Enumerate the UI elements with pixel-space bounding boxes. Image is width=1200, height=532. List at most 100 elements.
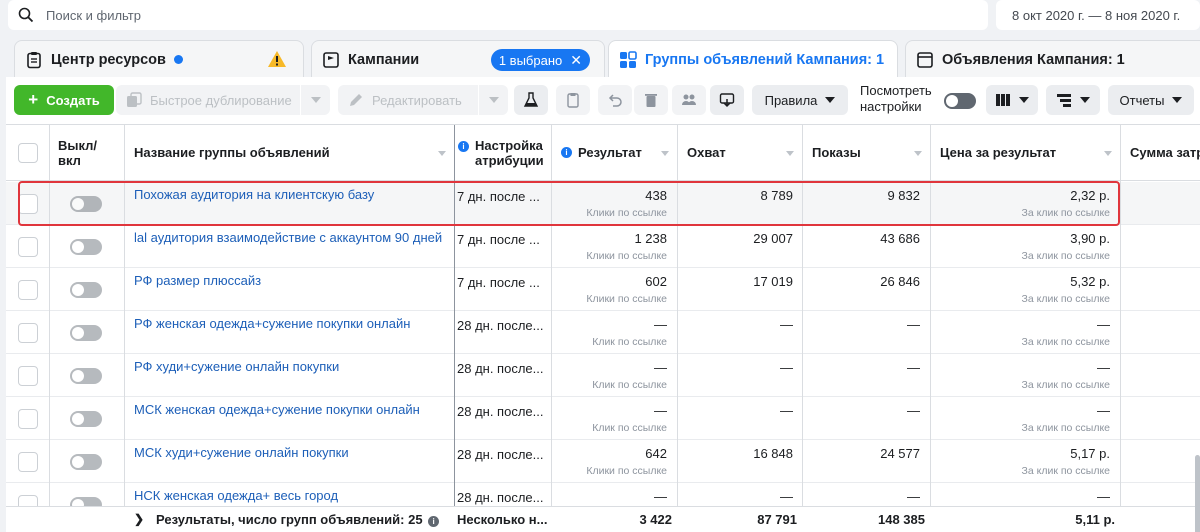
header-reach[interactable]: Охват [677,125,802,181]
row-checkbox[interactable] [18,194,38,214]
info-icon[interactable]: i [458,141,469,152]
ad-sets-panel: + Создать Быстрое дублирование Редактиров… [6,77,1200,532]
close-icon[interactable]: ✕ [570,52,582,69]
tab-ads[interactable]: Объявления Кампания: 1 [905,40,1200,78]
create-button[interactable]: + Создать [14,85,114,115]
undo-button[interactable] [598,85,632,115]
edit-dropdown[interactable] [478,85,508,115]
header-result[interactable]: i Результат [551,125,677,181]
header-select-all[interactable] [6,125,49,181]
header-spend[interactable]: Сумма затра [1120,125,1200,181]
ad-set-name-link[interactable]: РФ женская одежда+сужение покупки онлайн [134,316,410,331]
row-on-off-toggle[interactable] [70,411,102,427]
paste-button[interactable] [556,85,590,115]
sort-icon[interactable] [661,151,669,156]
header-cost[interactable]: Цена за результат [930,125,1120,181]
table-row[interactable]: МСК худи+сужение онлайн покупки 28 дн. по… [6,440,1200,483]
vertical-scrollbar[interactable] [1195,455,1200,532]
attribution-setting: 7 дн. после ... [457,189,540,204]
ad-set-name-link[interactable]: МСК женская одежда+сужение покупки онлай… [134,402,420,417]
chevron-down-icon [488,97,499,103]
table-row[interactable]: МСК женская одежда+сужение покупки онлай… [6,397,1200,440]
row-checkbox[interactable] [18,280,38,300]
result-value: 602 [645,274,667,289]
cost-value: 5,17 р. [1070,446,1110,461]
impressions-value: — [907,403,920,418]
table-row[interactable]: РФ размер плюссайз 7 дн. после ... 602 Клик… [6,268,1200,311]
rules-label: Правила [764,92,818,108]
attribution-setting: 7 дн. после ... [457,275,540,290]
columns-button[interactable] [986,85,1038,115]
header-name[interactable]: Название группы объявлений [124,125,454,181]
search-input[interactable] [46,7,846,23]
ad-set-name-link[interactable]: РФ размер плюссайз [134,273,261,288]
row-checkbox[interactable] [18,237,38,257]
ad-set-name-link[interactable]: РФ худи+сужение онлайн покупки [134,359,339,374]
table-row[interactable]: Похожая аудитория на клиентскую базу 7 дн… [6,182,1200,225]
duplicate-icon [127,92,142,107]
breakdown-button[interactable] [1046,85,1100,115]
row-checkbox[interactable] [18,452,38,472]
result-value: 438 [645,188,667,203]
test-button[interactable] [514,85,548,115]
ad-set-name-link[interactable]: НСК женская одежда+ весь город [134,488,338,503]
date-range-picker[interactable]: 8 окт 2020 г. — 8 ноя 2020 г. [996,0,1200,30]
result-value: — [654,360,667,375]
search-bar[interactable] [8,0,988,30]
totals-label: Результаты, число групп объявлений: 25 i [156,512,445,527]
row-on-off-toggle[interactable] [70,368,102,384]
tab-resource-center[interactable]: Центр ресурсов [14,40,304,78]
duplicate-dropdown[interactable] [300,85,330,115]
row-on-off-toggle[interactable] [70,196,102,212]
selected-badge-label: 1 выбрано [498,52,563,68]
export-button[interactable] [710,85,744,115]
tab-ad-sets[interactable]: Группы объявлений Кампания: 1 [608,40,898,78]
selected-badge[interactable]: 1 выбрано ✕ [490,49,590,71]
ad-set-name-link[interactable]: МСК худи+сужение онлайн покупки [134,445,349,460]
delete-button[interactable] [634,85,668,115]
expand-chevron-icon[interactable]: ❯ [134,512,144,526]
date-range-label: 8 окт 2020 г. — 8 ноя 2020 г. [1012,7,1181,23]
table-row[interactable]: РФ худи+сужение онлайн покупки 28 дн. пос… [6,354,1200,397]
row-on-off-toggle[interactable] [70,282,102,298]
header-impressions[interactable]: Показы [802,125,930,181]
edit-button[interactable]: Редактировать [338,85,508,115]
ad-set-name-link[interactable]: Похожая аудитория на клиентскую базу [134,187,374,202]
row-on-off-toggle[interactable] [70,239,102,255]
tab-campaigns[interactable]: Кампании 1 выбрано ✕ [311,40,605,78]
sort-icon[interactable] [1104,151,1112,156]
column-divider [49,125,50,532]
row-on-off-toggle[interactable] [70,454,102,470]
header-toggle: Выкл/вкл [49,125,124,181]
table-row[interactable]: lal аудитория взаимодействие с аккаунтом… [6,225,1200,268]
trash-icon [645,94,657,107]
sort-icon[interactable] [438,151,446,156]
quick-duplicate-button[interactable]: Быстрое дублирование [116,85,330,115]
sort-icon[interactable] [786,151,794,156]
reach-value: — [780,403,793,418]
row-checkbox[interactable] [18,409,38,429]
info-icon[interactable]: i [428,516,440,527]
rules-button[interactable]: Правила [752,85,848,115]
audience-button[interactable] [672,85,706,115]
people-icon [682,94,696,105]
undo-icon [608,94,622,107]
reports-label: Отчеты [1119,92,1165,108]
preview-settings-toggle[interactable] [944,93,976,109]
row-on-off-toggle[interactable] [70,325,102,341]
row-checkbox[interactable] [18,323,38,343]
info-icon[interactable]: i [561,147,572,158]
tab-label: Объявления Кампания: 1 [942,51,1125,68]
header-attribution[interactable]: i Настройка атрибуции [454,125,551,181]
row-checkbox[interactable] [18,366,38,386]
chevron-down-icon [1080,97,1090,103]
impressions-value: 9 832 [887,188,920,203]
select-all-checkbox[interactable] [18,143,38,163]
cost-type: За клик по ссылке [1021,336,1110,348]
impressions-value: 24 577 [880,446,920,461]
table-row[interactable]: РФ женская одежда+сужение покупки онлайн… [6,311,1200,354]
grid-icon [620,50,637,68]
reports-button[interactable]: Отчеты [1108,85,1194,115]
ad-set-name-link[interactable]: lal аудитория взаимодействие с аккаунтом… [134,230,442,245]
sort-icon[interactable] [914,151,922,156]
